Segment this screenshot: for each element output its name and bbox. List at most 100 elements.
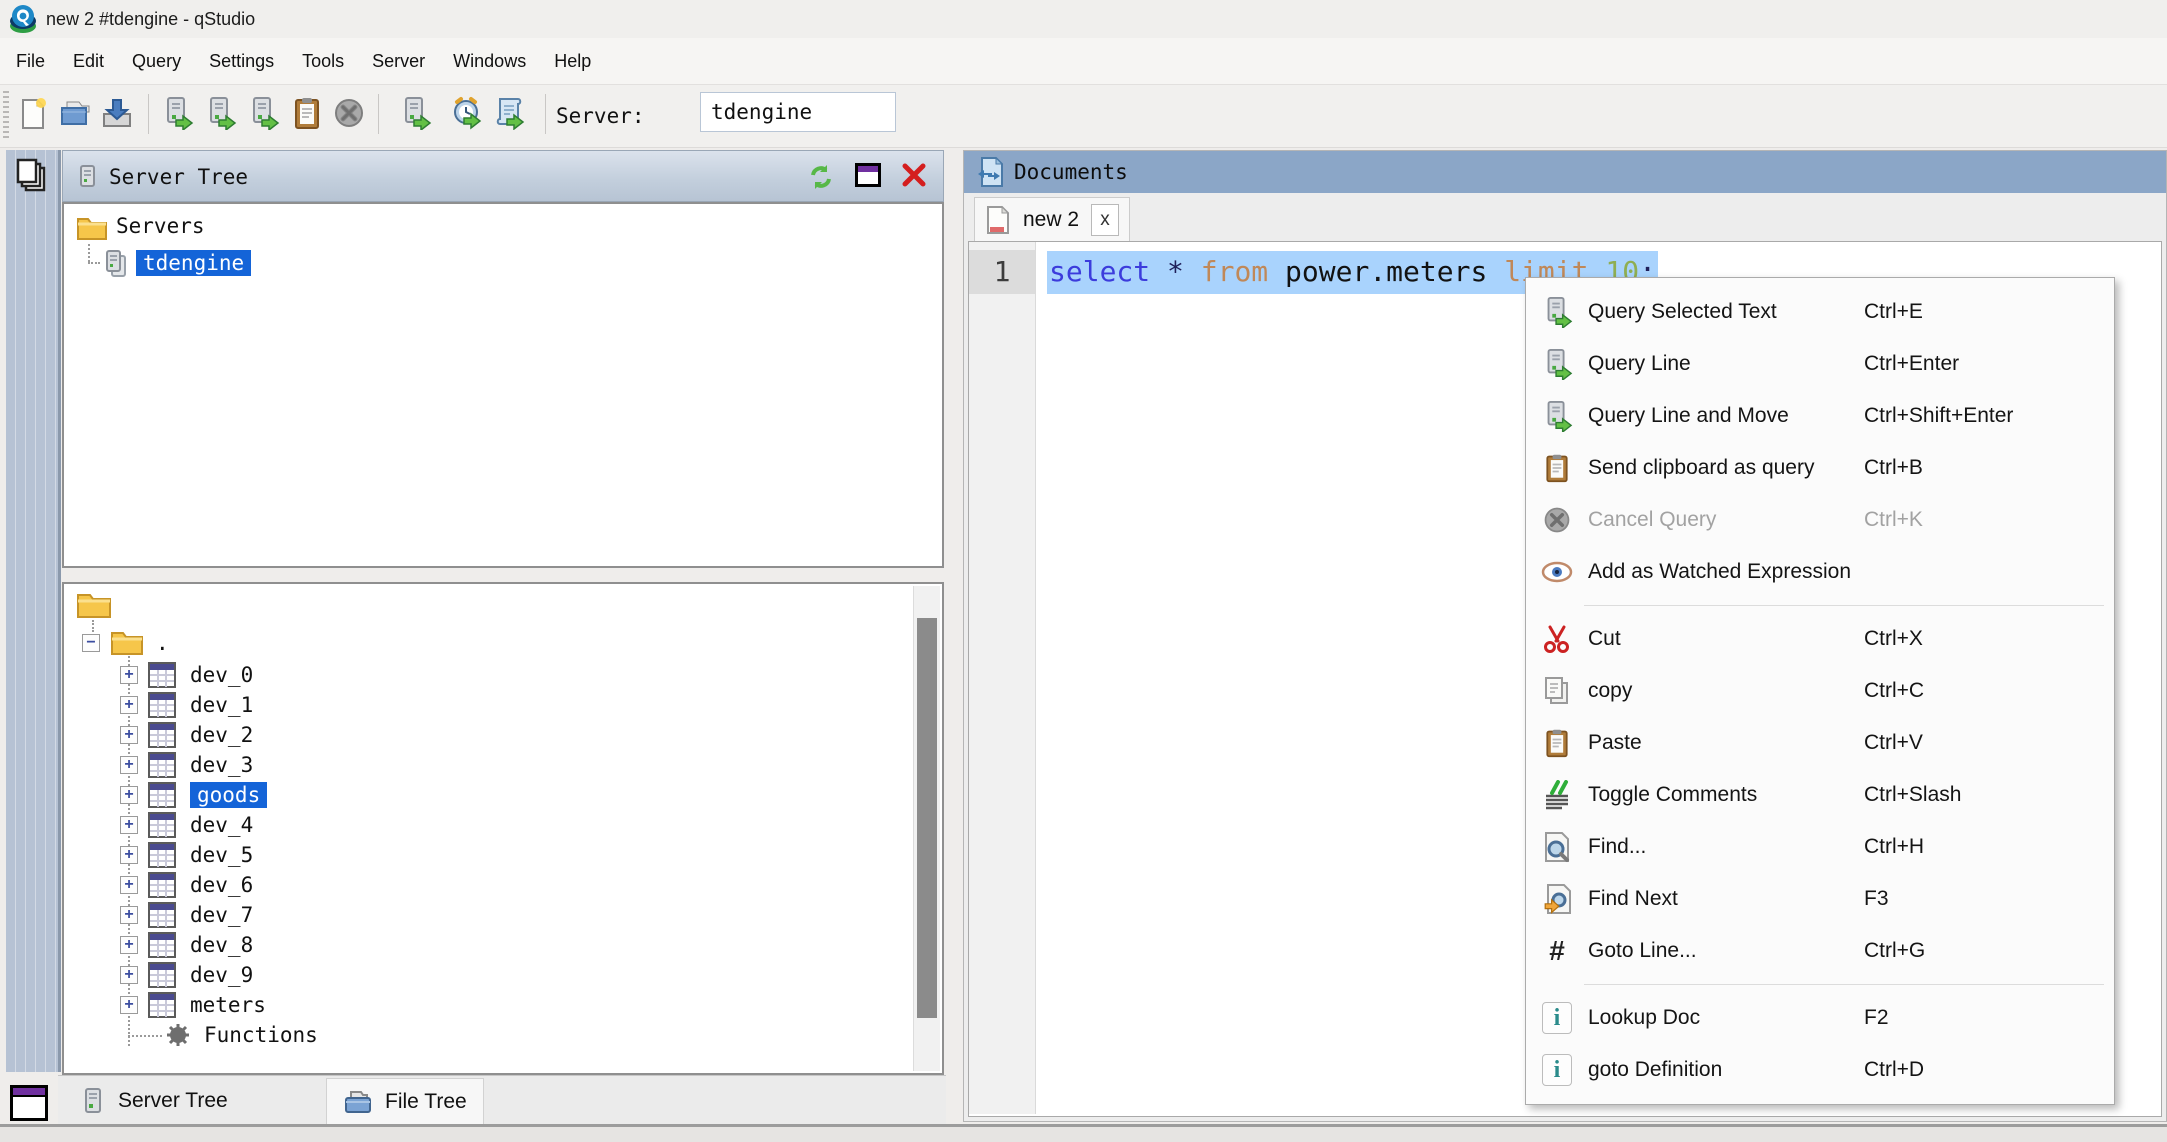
- tree-row-table[interactable]: + dev_3: [120, 750, 520, 780]
- tree-row-table[interactable]: + dev_9: [120, 960, 520, 990]
- tree-row-table[interactable]: + dev_2: [120, 720, 520, 750]
- menu-file[interactable]: File: [2, 38, 59, 84]
- query-selected-button[interactable]: [160, 96, 194, 130]
- tree-row-table[interactable]: + dev_0: [120, 660, 520, 690]
- tree-row-table[interactable]: + dev_1: [120, 690, 520, 720]
- tree-row-root[interactable]: − .: [82, 628, 482, 658]
- tree-row-table[interactable]: + dev_5: [120, 840, 520, 870]
- menu-server[interactable]: Server: [358, 38, 439, 84]
- doc-tab-label: new 2: [1023, 208, 1079, 232]
- table-label[interactable]: dev_9: [190, 963, 253, 987]
- table-label[interactable]: dev_0: [190, 663, 253, 687]
- servers-root-label[interactable]: Servers: [116, 214, 205, 238]
- info-icon: i: [1526, 1054, 1588, 1086]
- query-server-button[interactable]: [398, 96, 432, 130]
- tree-row-table-selected[interactable]: + goods: [120, 780, 520, 810]
- close-panel-icon[interactable]: [901, 161, 927, 189]
- menu-item-find-next[interactable]: Find Next F3: [1526, 873, 2114, 925]
- tree-row-table[interactable]: + dev_4: [120, 810, 520, 840]
- tab-server-tree[interactable]: Server Tree: [64, 1078, 244, 1124]
- table-label[interactable]: dev_8: [190, 933, 253, 957]
- table-label[interactable]: meters: [190, 993, 266, 1017]
- functions-label[interactable]: Functions: [204, 1023, 318, 1047]
- expand-toggle[interactable]: +: [120, 906, 138, 924]
- menu-item-add-as-watched-expression[interactable]: Add as Watched Expression: [1526, 546, 2114, 598]
- sql-operator: *: [1167, 255, 1201, 288]
- query-line-button[interactable]: [203, 96, 237, 130]
- document-tab-bar: new 2 x: [964, 193, 2166, 241]
- menu-item-copy[interactable]: copy Ctrl+C: [1526, 665, 2114, 717]
- toolbar-grip[interactable]: [3, 91, 9, 141]
- menu-settings[interactable]: Settings: [195, 38, 288, 84]
- new-file-button[interactable]: [16, 96, 50, 130]
- scrollbar-thumb[interactable]: [917, 618, 937, 1018]
- maximize-panel-icon[interactable]: [855, 163, 881, 187]
- menu-windows[interactable]: Windows: [439, 38, 540, 84]
- expand-toggle[interactable]: +: [120, 876, 138, 894]
- save-button[interactable]: [100, 96, 134, 130]
- tab-new-2[interactable]: new 2 x: [974, 197, 1130, 243]
- tab-file-tree[interactable]: File Tree: [326, 1078, 484, 1125]
- stacked-windows-icon[interactable]: [16, 158, 50, 196]
- query-line-move-button[interactable]: [246, 96, 280, 130]
- expand-toggle[interactable]: +: [120, 786, 138, 804]
- expand-toggle[interactable]: +: [120, 936, 138, 954]
- send-clipboard-button[interactable]: [290, 96, 324, 130]
- menu-edit[interactable]: Edit: [59, 38, 118, 84]
- menu-item-query-selected-text[interactable]: Query Selected Text Ctrl+E: [1526, 286, 2114, 338]
- table-label[interactable]: dev_5: [190, 843, 253, 867]
- table-label-selected[interactable]: goods: [190, 782, 267, 808]
- modified-doc-icon: [985, 205, 1011, 235]
- menu-item-find[interactable]: Find... Ctrl+H: [1526, 821, 2114, 873]
- menu-item-lookup-doc[interactable]: i Lookup Doc F2: [1526, 992, 2114, 1044]
- menu-item-query-line[interactable]: Query Line Ctrl+Enter: [1526, 338, 2114, 390]
- menu-item-paste[interactable]: Paste Ctrl+V: [1526, 717, 2114, 769]
- expand-toggle[interactable]: +: [120, 666, 138, 684]
- server-node-tdengine[interactable]: tdengine: [136, 250, 251, 276]
- table-label[interactable]: dev_1: [190, 693, 253, 717]
- tree-row-table[interactable]: + dev_8: [120, 930, 520, 960]
- tree-row-functions[interactable]: Functions: [120, 1020, 520, 1050]
- table-label[interactable]: dev_4: [190, 813, 253, 837]
- collapse-toggle[interactable]: −: [82, 634, 100, 652]
- expand-toggle[interactable]: +: [120, 846, 138, 864]
- restore-panel-icon[interactable]: [10, 1085, 48, 1121]
- table-label[interactable]: dev_2: [190, 723, 253, 747]
- expand-toggle[interactable]: +: [120, 726, 138, 744]
- tree-row-table[interactable]: + dev_6: [120, 870, 520, 900]
- menu-item-toggle-comments[interactable]: Toggle Comments Ctrl+Slash: [1526, 769, 2114, 821]
- menu-item-goto-line[interactable]: # Goto Line... Ctrl+G: [1526, 925, 2114, 977]
- eye-icon: [1526, 560, 1588, 584]
- menu-tools[interactable]: Tools: [288, 38, 358, 84]
- expand-toggle[interactable]: +: [120, 756, 138, 774]
- tree-row-table[interactable]: + meters: [120, 990, 520, 1020]
- dock-strip[interactable]: [6, 150, 61, 1072]
- menu-bar: FileEditQuerySettingsToolsServerWindowsH…: [0, 38, 2167, 85]
- run-script-button[interactable]: [492, 96, 526, 130]
- root-dot-label[interactable]: .: [156, 631, 169, 655]
- menu-item-goto-definition[interactable]: i goto Definition Ctrl+D: [1526, 1044, 2114, 1096]
- cancel-query-button[interactable]: [332, 96, 366, 130]
- expand-toggle[interactable]: +: [120, 696, 138, 714]
- close-tab-button[interactable]: x: [1091, 204, 1119, 236]
- menu-separator: [1584, 984, 2104, 985]
- expand-toggle[interactable]: +: [120, 816, 138, 834]
- server-tree-header[interactable]: Server Tree: [62, 150, 944, 202]
- menu-item-send-clipboard-as-query[interactable]: Send clipboard as query Ctrl+B: [1526, 442, 2114, 494]
- expand-toggle[interactable]: +: [120, 966, 138, 984]
- table-label[interactable]: dev_3: [190, 753, 253, 777]
- menu-item-cut[interactable]: Cut Ctrl+X: [1526, 613, 2114, 665]
- expand-toggle[interactable]: +: [120, 996, 138, 1014]
- menu-help[interactable]: Help: [540, 38, 605, 84]
- table-label[interactable]: dev_6: [190, 873, 253, 897]
- scrollbar-track[interactable]: [913, 586, 940, 1071]
- open-file-button[interactable]: [58, 96, 92, 130]
- scheduled-query-button[interactable]: [450, 96, 484, 130]
- tree-row-table[interactable]: + dev_7: [120, 900, 520, 930]
- menu-query[interactable]: Query: [118, 38, 195, 84]
- table-label[interactable]: dev_7: [190, 903, 253, 927]
- documents-header[interactable]: Documents: [964, 151, 2166, 193]
- server-input[interactable]: [700, 92, 896, 132]
- refresh-icon[interactable]: [807, 163, 835, 191]
- menu-item-query-line-and-move[interactable]: Query Line and Move Ctrl+Shift+Enter: [1526, 390, 2114, 442]
